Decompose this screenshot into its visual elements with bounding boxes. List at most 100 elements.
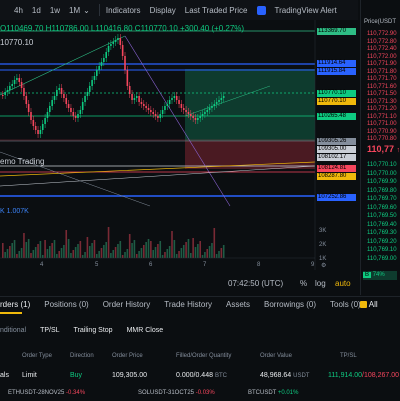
volume-bar [190, 253, 192, 258]
ticker-btc[interactable]: BTCUSDT +0.01% [248, 390, 298, 396]
candle-body [27, 104, 30, 112]
percent-toggle[interactable]: % [300, 279, 307, 288]
bid-row[interactable]: 110,769.60 [367, 205, 397, 211]
candle-body [112, 42, 115, 44]
candle-body [222, 96, 225, 98]
volume-bar [67, 239, 70, 258]
tab-tools[interactable]: Tools (0) [330, 300, 361, 316]
price-type-select[interactable]: Last Traded Price [185, 6, 248, 15]
ask-row[interactable]: 110,771.10 [367, 114, 397, 120]
candlestick-chart[interactable] [0, 20, 328, 270]
bid-row[interactable]: 110,769.50 [367, 213, 397, 219]
axis-settings-icon[interactable]: ⚙ [321, 262, 326, 269]
bid-row[interactable]: 110,769.30 [367, 230, 397, 236]
ask-row[interactable]: 110,772.00 [367, 54, 397, 60]
volume-bar [79, 241, 82, 258]
ticker-sol[interactable]: SOLUSDT-31OCT25 -0.03% [138, 390, 215, 396]
volume-bar [206, 249, 209, 258]
buy-badge: B [363, 272, 372, 278]
volume-bar [41, 255, 44, 258]
candle-body [204, 112, 206, 114]
price-label: 107252.86 [317, 194, 356, 201]
tradingview-alert-button[interactable]: TradingView Alert [256, 5, 346, 15]
ask-row[interactable]: 110,772.40 [367, 46, 397, 52]
checkbox-icon[interactable] [360, 301, 367, 309]
candle-body [56, 90, 58, 96]
volume-bar [131, 243, 133, 258]
candle-body [65, 98, 68, 104]
candle-body [13, 80, 16, 84]
auto-toggle[interactable]: auto [335, 279, 351, 288]
tab-trade-history[interactable]: Trade History [164, 300, 212, 316]
volume-bar [168, 246, 171, 258]
volume-bar [105, 242, 107, 258]
indicators-button[interactable]: Indicators [106, 6, 141, 15]
volume-bar [192, 238, 194, 258]
subtab-trailing-stop[interactable]: Trailing Stop [74, 327, 113, 334]
volume-bar [182, 245, 185, 258]
candle-body [114, 40, 117, 42]
ask-row[interactable]: 110,771.50 [367, 91, 397, 97]
interval-1m[interactable]: 1M [69, 6, 80, 15]
order-type: Limit [22, 372, 37, 379]
bid-row[interactable]: 110,769.90 [367, 179, 397, 185]
price-label: 110770.10 [317, 98, 356, 105]
candle-body [213, 104, 216, 106]
ticker-eth[interactable]: ETHUSDT-28NOV25 -0.34% [8, 390, 85, 396]
display-button[interactable]: Display [150, 6, 176, 15]
volume-bar [16, 254, 18, 258]
volume-bar [20, 248, 23, 258]
volume-bar [112, 250, 115, 258]
interval-4h[interactable]: 4h [14, 6, 23, 15]
subtab-mmr-close[interactable]: MMR Close [127, 327, 164, 334]
ask-row[interactable]: 110,772.80 [367, 39, 397, 45]
candle-body [131, 94, 133, 100]
volume-bar [70, 253, 72, 258]
tab-orders[interactable]: rders (1) [0, 300, 30, 316]
ask-row[interactable]: 110,771.80 [367, 69, 397, 75]
volume-bar [128, 234, 131, 258]
last-price: 110,77 ↑ [367, 144, 400, 154]
interval-1w[interactable]: 1w [50, 6, 60, 15]
profit-zone [185, 69, 315, 141]
candle-body [96, 70, 98, 76]
orders-tabs: rders (1) Positions (0) Order History Tr… [0, 300, 375, 316]
ask-row[interactable]: 110,771.30 [367, 99, 397, 105]
volume-bar [213, 228, 216, 258]
ask-row[interactable]: 110,771.90 [367, 61, 397, 67]
x-tick: 8 [257, 262, 261, 268]
bid-row[interactable]: 110,769.10 [367, 247, 397, 253]
interval-1d[interactable]: 1d [32, 6, 41, 15]
bid-row[interactable]: 110,769.40 [367, 222, 397, 228]
ask-row[interactable]: 110,770.80 [367, 136, 397, 142]
all-filter[interactable]: All [360, 300, 378, 309]
interval-dropdown-icon[interactable]: ⌄ [83, 6, 90, 15]
log-toggle[interactable]: log [315, 279, 326, 288]
ask-row[interactable]: 110,771.20 [367, 106, 397, 112]
volume-bar [110, 253, 112, 258]
bid-row[interactable]: 110,769.00 [367, 256, 397, 262]
volume-bar [150, 241, 152, 258]
tab-assets[interactable]: Assets [226, 300, 250, 316]
ask-row[interactable]: 110,772.90 [367, 31, 397, 37]
candle-body [81, 102, 84, 110]
tab-positions[interactable]: Positions (0) [44, 300, 88, 316]
tab-order-history[interactable]: Order History [103, 300, 151, 316]
candle-body [178, 100, 180, 104]
subtab-tpsl[interactable]: TP/SL [40, 327, 59, 334]
candle-body [194, 118, 197, 120]
bid-row[interactable]: 110,770.10 [367, 162, 397, 168]
price-axis[interactable]: 113369.70 111914.64 111915.84 110770.10 … [315, 20, 358, 280]
ask-row[interactable]: 110,771.00 [367, 121, 397, 127]
subtab-conditional[interactable]: nditional [0, 327, 26, 334]
bid-row[interactable]: 110,770.00 [367, 171, 397, 177]
tab-borrowings[interactable]: Borrowings (0) [264, 300, 316, 316]
bid-row[interactable]: 110,769.80 [367, 188, 397, 194]
ask-row[interactable]: 110,770.90 [367, 129, 397, 135]
bid-row[interactable]: 110,769.70 [367, 196, 397, 202]
bid-row[interactable]: 110,769.20 [367, 239, 397, 245]
volume-bar [222, 245, 225, 258]
ask-row[interactable]: 110,771.70 [367, 76, 397, 82]
candle-body [91, 80, 93, 86]
ask-row[interactable]: 110,771.60 [367, 84, 397, 90]
